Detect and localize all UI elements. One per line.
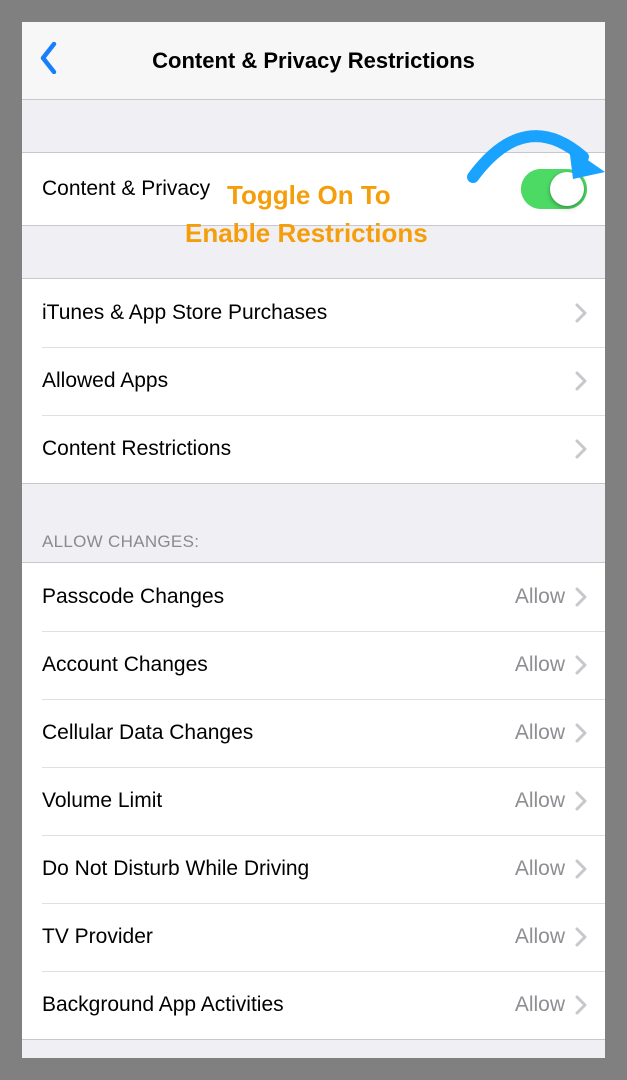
chevron-left-icon [40, 42, 58, 79]
row-label: Passcode Changes [42, 585, 515, 609]
row-detail: Allow [515, 925, 565, 949]
content-privacy-toggle-row[interactable]: Content & Privacy [22, 153, 605, 225]
row-content-restrictions[interactable]: Content Restrictions [22, 415, 605, 483]
row-account-changes[interactable]: Account Changes Allow [22, 631, 605, 699]
row-passcode-changes[interactable]: Passcode Changes Allow [22, 563, 605, 631]
row-label: iTunes & App Store Purchases [42, 301, 575, 325]
row-dnd-while-driving[interactable]: Do Not Disturb While Driving Allow [22, 835, 605, 903]
row-detail: Allow [515, 653, 565, 677]
content-privacy-toggle[interactable] [521, 169, 587, 209]
row-label: TV Provider [42, 925, 515, 949]
chevron-right-icon [575, 303, 587, 323]
row-label: Account Changes [42, 653, 515, 677]
row-cellular-data-changes[interactable]: Cellular Data Changes Allow [22, 699, 605, 767]
chevron-right-icon [575, 655, 587, 675]
chevron-right-icon [575, 371, 587, 391]
chevron-right-icon [575, 995, 587, 1015]
row-detail: Allow [515, 585, 565, 609]
section-header-allow-changes: ALLOW CHANGES: [22, 484, 605, 562]
row-tv-provider[interactable]: TV Provider Allow [22, 903, 605, 971]
settings-screen: Content & Privacy Restrictions Content &… [22, 22, 605, 1058]
toggle-knob [550, 172, 584, 206]
row-detail: Allow [515, 721, 565, 745]
chevron-right-icon [575, 927, 587, 947]
row-label: Allowed Apps [42, 369, 575, 393]
row-label: Volume Limit [42, 789, 515, 813]
chevron-right-icon [575, 723, 587, 743]
row-label: Do Not Disturb While Driving [42, 857, 515, 881]
row-itunes-appstore[interactable]: iTunes & App Store Purchases [22, 279, 605, 347]
row-label: Content Restrictions [42, 437, 575, 461]
row-volume-limit[interactable]: Volume Limit Allow [22, 767, 605, 835]
chevron-right-icon [575, 859, 587, 879]
page-title: Content & Privacy Restrictions [22, 48, 605, 74]
row-detail: Allow [515, 857, 565, 881]
chevron-right-icon [575, 439, 587, 459]
chevron-right-icon [575, 587, 587, 607]
row-label: Background App Activities [42, 993, 515, 1017]
row-allowed-apps[interactable]: Allowed Apps [22, 347, 605, 415]
row-label: Cellular Data Changes [42, 721, 515, 745]
back-button[interactable] [22, 22, 76, 100]
row-detail: Allow [515, 993, 565, 1017]
content-privacy-label: Content & Privacy [42, 177, 521, 201]
row-detail: Allow [515, 789, 565, 813]
nav-header: Content & Privacy Restrictions [22, 22, 605, 100]
chevron-right-icon [575, 791, 587, 811]
row-bg-app-activities[interactable]: Background App Activities Allow [22, 971, 605, 1039]
